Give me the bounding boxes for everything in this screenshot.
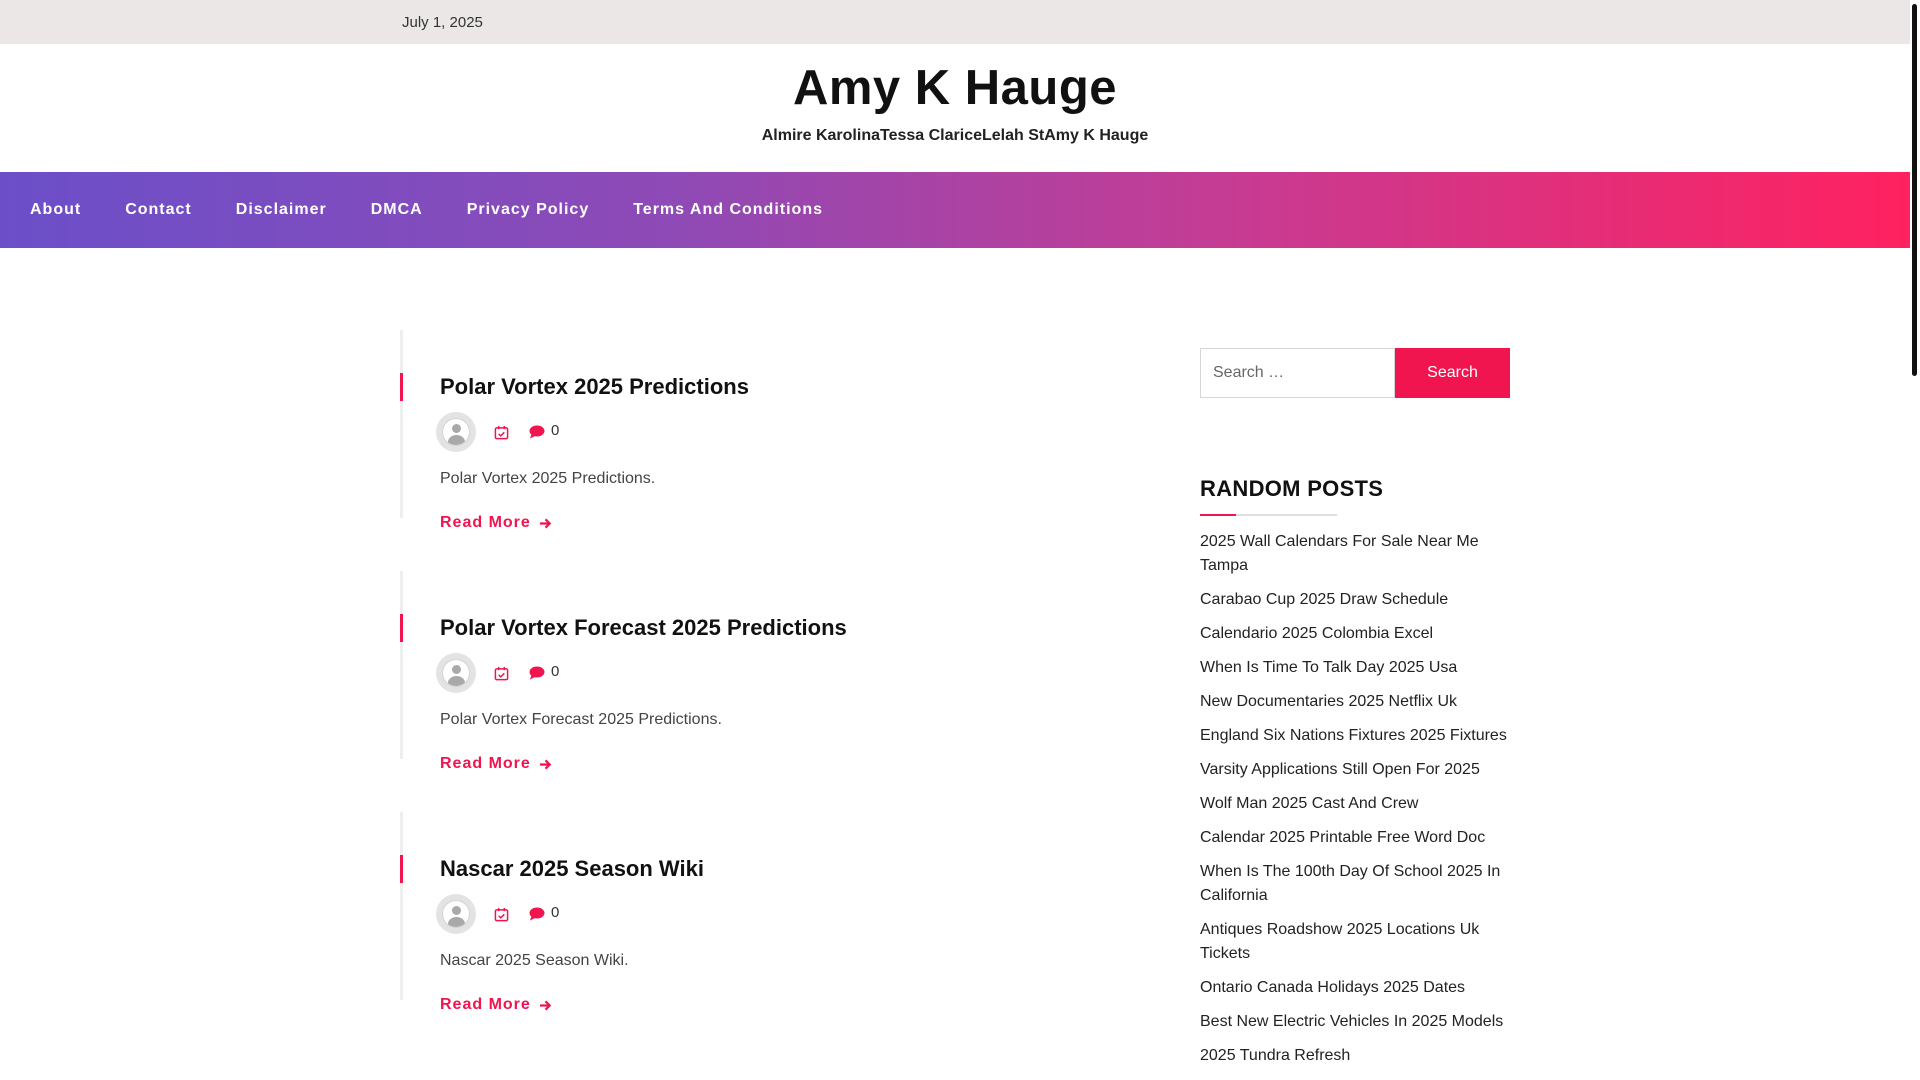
post-excerpt: Polar Vortex Forecast 2025 Predictions. bbox=[440, 711, 722, 728]
title-accent-bar bbox=[400, 614, 403, 642]
random-post-link[interactable]: Best New Electric Vehicles In 2025 Model… bbox=[1200, 1010, 1510, 1034]
read-more-label: Read More bbox=[440, 514, 531, 531]
post-meta: 0 bbox=[436, 892, 1180, 936]
nav-item-disclaimer[interactable]: Disclaimer bbox=[236, 201, 327, 219]
comment-icon[interactable] bbox=[529, 425, 545, 439]
random-post-link[interactable]: Antiques Roadshow 2025 Locations Uk Tick… bbox=[1200, 918, 1510, 966]
main-navigation: About Contact Disclaimer DMCA Privacy Po… bbox=[0, 172, 1910, 248]
random-post-link[interactable]: Varsity Applications Still Open For 2025 bbox=[1200, 758, 1510, 782]
comment-icon[interactable] bbox=[529, 666, 545, 680]
title-accent-bar bbox=[400, 373, 403, 401]
search-input[interactable] bbox=[1200, 348, 1395, 398]
post-card: Polar Vortex Forecast 2025 Predictions 0… bbox=[400, 571, 1180, 772]
nav-item-about[interactable]: About bbox=[30, 201, 81, 219]
random-post-link[interactable]: Calendar 2025 Printable Free Word Doc bbox=[1200, 826, 1510, 850]
site-description: Almire KarolinaTessa ClariceLelah StAmy … bbox=[761, 127, 1149, 144]
post-title[interactable]: Polar Vortex 2025 Predictions bbox=[440, 330, 1180, 400]
post-excerpt: Nascar 2025 Season Wiki. bbox=[440, 952, 629, 969]
nav-item-contact[interactable]: Contact bbox=[125, 201, 192, 219]
top-bar: July 1, 2025 bbox=[0, 0, 1910, 44]
nav-item-privacy-policy[interactable]: Privacy Policy bbox=[467, 201, 590, 219]
comment-count: 0 bbox=[551, 662, 560, 680]
avatar-icon[interactable] bbox=[436, 653, 476, 693]
comment-icon[interactable] bbox=[529, 907, 545, 921]
post-title[interactable]: Polar Vortex Forecast 2025 Predictions bbox=[440, 571, 1180, 641]
comment-count: 0 bbox=[551, 421, 560, 439]
random-post-link[interactable]: When Is Time To Talk Day 2025 Usa bbox=[1200, 656, 1510, 680]
random-posts-title: RANDOM POSTS bbox=[1200, 476, 1384, 501]
title-accent-bar bbox=[400, 855, 403, 883]
post-list: Polar Vortex 2025 Predictions 0 Polar Vo… bbox=[400, 330, 1180, 1053]
random-post-link[interactable]: Ontario Canada Holidays 2025 Dates bbox=[1200, 976, 1510, 1000]
random-post-link[interactable]: Calendario 2025 Colombia Excel bbox=[1200, 622, 1510, 646]
current-date: July 1, 2025 bbox=[402, 14, 483, 31]
site-branding: Amy K Hauge Almire KarolinaTessa Clarice… bbox=[0, 44, 1910, 172]
post-meta: 0 bbox=[436, 410, 1180, 454]
read-more-link[interactable]: Read More bbox=[440, 514, 552, 532]
avatar-icon[interactable] bbox=[436, 894, 476, 934]
random-post-link[interactable]: 2025 Tundra Refresh bbox=[1200, 1044, 1510, 1068]
sidebar: Search RANDOM POSTS 2025 Wall Calendars … bbox=[1200, 348, 1510, 1078]
post-card: Polar Vortex 2025 Predictions 0 Polar Vo… bbox=[400, 330, 1180, 531]
calendar-icon[interactable] bbox=[494, 666, 509, 681]
arrow-right-icon bbox=[539, 1000, 552, 1010]
read-more-link[interactable]: Read More bbox=[440, 755, 552, 773]
arrow-right-icon bbox=[539, 518, 552, 528]
random-post-link[interactable]: New Documentaries 2025 Netflix Uk bbox=[1200, 690, 1510, 714]
nav-item-terms-and-conditions[interactable]: Terms And Conditions bbox=[633, 201, 823, 219]
random-post-link[interactable]: Wolf Man 2025 Cast And Crew bbox=[1200, 792, 1510, 816]
random-post-link[interactable]: Carabao Cup 2025 Draw Schedule bbox=[1200, 588, 1510, 612]
post-card: Nascar 2025 Season Wiki 0 Nascar 2025 Se… bbox=[400, 812, 1180, 1013]
post-meta: 0 bbox=[436, 651, 1180, 695]
read-more-link[interactable]: Read More bbox=[440, 996, 552, 1014]
arrow-right-icon bbox=[539, 759, 552, 769]
post-title[interactable]: Nascar 2025 Season Wiki bbox=[440, 812, 1180, 882]
calendar-icon[interactable] bbox=[494, 907, 509, 922]
post-excerpt: Polar Vortex 2025 Predictions. bbox=[440, 470, 656, 487]
nav-item-dmca[interactable]: DMCA bbox=[371, 201, 423, 219]
search-form: Search bbox=[1200, 348, 1510, 398]
random-post-link[interactable]: 2025 Wall Calendars For Sale Near Me Tam… bbox=[1200, 530, 1510, 578]
read-more-label: Read More bbox=[440, 755, 531, 772]
search-button[interactable]: Search bbox=[1395, 348, 1510, 398]
random-post-link[interactable]: When Is The 100th Day Of School 2025 In … bbox=[1200, 860, 1510, 908]
random-posts-list: 2025 Wall Calendars For Sale Near Me Tam… bbox=[1200, 530, 1510, 1068]
avatar-icon[interactable] bbox=[436, 412, 476, 452]
comment-count: 0 bbox=[551, 903, 560, 921]
calendar-icon[interactable] bbox=[494, 425, 509, 440]
read-more-label: Read More bbox=[440, 996, 531, 1013]
widget-title-underline bbox=[1200, 514, 1337, 516]
scrollbar-thumb[interactable] bbox=[1912, 4, 1917, 376]
random-post-link[interactable]: England Six Nations Fixtures 2025 Fixtur… bbox=[1200, 724, 1510, 748]
site-title[interactable]: Amy K Hauge bbox=[0, 64, 1910, 113]
page-scrollbar[interactable] bbox=[1910, 0, 1920, 1080]
